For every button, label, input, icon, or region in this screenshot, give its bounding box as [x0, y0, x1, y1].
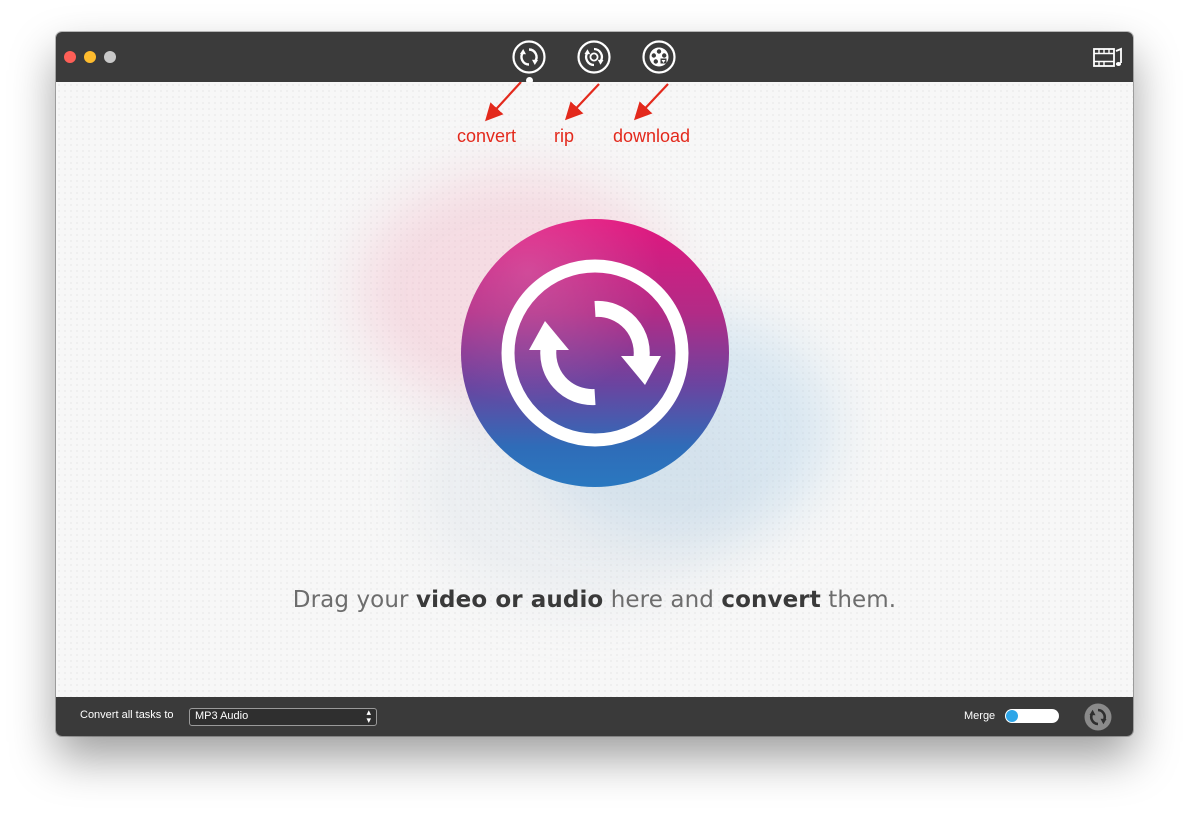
start-convert-button[interactable] — [1084, 703, 1112, 731]
download-mode-button[interactable] — [642, 40, 676, 74]
title-bar — [56, 32, 1133, 84]
minimize-window-button[interactable] — [84, 51, 96, 63]
drop-text-part: Drag your — [292, 587, 416, 613]
output-format-value: MP3 Audio — [195, 710, 249, 722]
merge-label: Merge — [964, 710, 996, 722]
convert-icon — [1084, 703, 1112, 731]
zoom-window-button[interactable] — [104, 51, 116, 63]
media-library-button[interactable] — [1093, 46, 1123, 70]
drop-text-part: here and — [603, 587, 722, 613]
app-window: convert rip download Drag your video or … — [56, 32, 1133, 736]
drop-zone[interactable]: convert rip download Drag your video or … — [56, 82, 1133, 697]
convert-icon — [512, 40, 546, 74]
rip-disc-icon — [577, 40, 611, 74]
annotation-rip: rip — [554, 126, 575, 146]
annotation-convert: convert — [457, 126, 517, 146]
convert-all-label: Convert all tasks to — [80, 709, 174, 721]
drop-text-bold: video or audio — [415, 587, 604, 613]
drop-text-bold: convert — [721, 587, 821, 613]
annotation-arrows — [485, 82, 669, 122]
drop-text-part: them. — [820, 587, 897, 613]
output-format-select[interactable]: MP3 Audio ▴ ▾ — [189, 708, 377, 726]
media-library-icon — [1093, 47, 1122, 67]
merge-toggle[interactable] — [1005, 709, 1059, 723]
bottom-bar: Convert all tasks to MP3 Audio ▴ ▾ Merge — [56, 697, 1133, 736]
chevron-updown-icon: ▴ ▾ — [366, 707, 371, 725]
convert-hero-button[interactable] — [461, 219, 729, 487]
drop-instructions: Drag your video or audio here and conver… — [56, 587, 1133, 613]
convert-mode-button[interactable] — [512, 40, 546, 74]
download-film-icon — [642, 40, 676, 74]
rip-mode-button[interactable] — [577, 40, 611, 74]
close-window-button[interactable] — [64, 51, 76, 63]
toggle-knob — [1006, 710, 1018, 722]
annotation-download: download — [613, 126, 691, 146]
convert-icon — [461, 219, 729, 487]
